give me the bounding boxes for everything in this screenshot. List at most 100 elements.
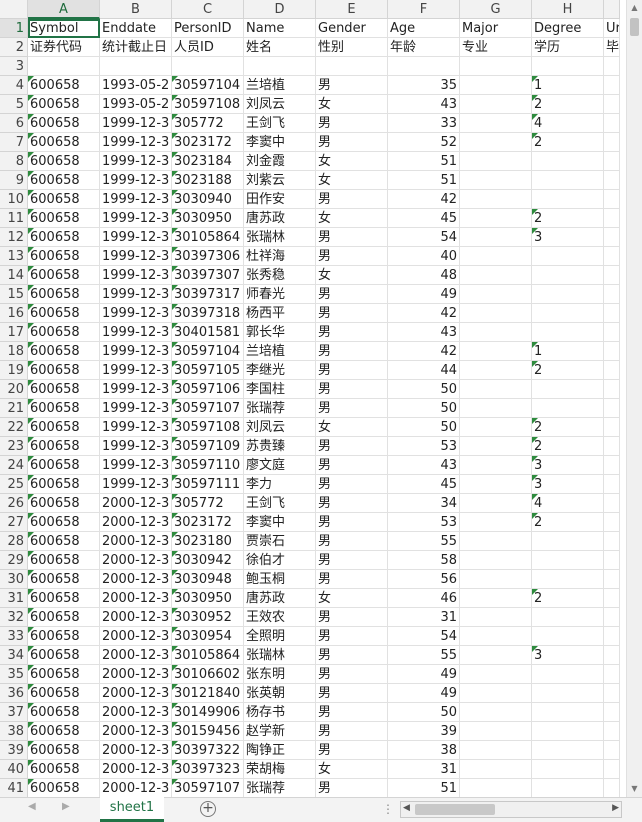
cell[interactable]: 600658: [28, 741, 100, 760]
cell[interactable]: 1999-12-3: [100, 399, 172, 418]
cell[interactable]: 1993-05-2: [100, 76, 172, 95]
column-header[interactable]: C: [172, 0, 244, 19]
cell[interactable]: 43: [388, 456, 460, 475]
row-header[interactable]: 18: [0, 342, 28, 361]
cell[interactable]: 600658: [28, 551, 100, 570]
cell[interactable]: 李窦中: [244, 513, 316, 532]
cell[interactable]: [460, 152, 532, 171]
cell[interactable]: [604, 437, 620, 456]
cell[interactable]: 2: [532, 133, 604, 152]
cell[interactable]: 张瑞荐: [244, 779, 316, 797]
cell[interactable]: [460, 247, 532, 266]
cell[interactable]: 2000-12-3: [100, 513, 172, 532]
cell[interactable]: [604, 722, 620, 741]
cell[interactable]: [460, 646, 532, 665]
next-sheet-icon[interactable]: ▶: [62, 801, 70, 812]
cell[interactable]: 43: [388, 323, 460, 342]
cell[interactable]: [604, 304, 620, 323]
cell[interactable]: 专业: [460, 38, 532, 57]
cell[interactable]: 男: [316, 475, 388, 494]
cell[interactable]: 刘紫云: [244, 171, 316, 190]
cell[interactable]: 55: [388, 532, 460, 551]
cell[interactable]: 男: [316, 722, 388, 741]
cell[interactable]: 1999-12-3: [100, 190, 172, 209]
cell[interactable]: 女: [316, 171, 388, 190]
cell[interactable]: [532, 266, 604, 285]
cell[interactable]: 男: [316, 684, 388, 703]
row-header[interactable]: 41: [0, 779, 28, 797]
cell[interactable]: 600658: [28, 418, 100, 437]
cell[interactable]: 600658: [28, 760, 100, 779]
cell[interactable]: 女: [316, 152, 388, 171]
cell[interactable]: 600658: [28, 266, 100, 285]
cell[interactable]: 张瑞荐: [244, 399, 316, 418]
cell[interactable]: 30397317: [172, 285, 244, 304]
column-header[interactable]: F: [388, 0, 460, 19]
cell[interactable]: [604, 399, 620, 418]
cell[interactable]: [532, 741, 604, 760]
cell[interactable]: [532, 171, 604, 190]
cell[interactable]: 600658: [28, 228, 100, 247]
plus-circle-icon[interactable]: +: [200, 801, 216, 817]
cell[interactable]: [460, 133, 532, 152]
cell[interactable]: 2000-12-3: [100, 551, 172, 570]
cell[interactable]: 性别: [316, 38, 388, 57]
cell[interactable]: 30597110: [172, 456, 244, 475]
cell[interactable]: [604, 76, 620, 95]
cell[interactable]: 陶铮正: [244, 741, 316, 760]
cell[interactable]: 600658: [28, 361, 100, 380]
cell[interactable]: 徐伯才: [244, 551, 316, 570]
scroll-down-icon[interactable]: ▼: [627, 781, 642, 797]
cell[interactable]: [604, 570, 620, 589]
cell[interactable]: [604, 171, 620, 190]
row-header[interactable]: 37: [0, 703, 28, 722]
row-header[interactable]: 21: [0, 399, 28, 418]
row-header[interactable]: 9: [0, 171, 28, 190]
cell[interactable]: [460, 665, 532, 684]
cell[interactable]: 600658: [28, 399, 100, 418]
cell[interactable]: 30105864: [172, 646, 244, 665]
cell[interactable]: [532, 247, 604, 266]
cell[interactable]: 2000-12-3: [100, 760, 172, 779]
cell[interactable]: 51: [388, 152, 460, 171]
cell[interactable]: [316, 57, 388, 76]
cell[interactable]: 1999-12-3: [100, 456, 172, 475]
cell[interactable]: [532, 779, 604, 797]
cell[interactable]: [388, 57, 460, 76]
cell[interactable]: [604, 646, 620, 665]
cell[interactable]: 男: [316, 247, 388, 266]
cell[interactable]: 3030950: [172, 209, 244, 228]
cell[interactable]: 600658: [28, 190, 100, 209]
cell[interactable]: 唐苏政: [244, 209, 316, 228]
cell[interactable]: [460, 494, 532, 513]
row-header[interactable]: 29: [0, 551, 28, 570]
cell[interactable]: 男: [316, 285, 388, 304]
column-header[interactable]: D: [244, 0, 316, 19]
cell[interactable]: 2: [532, 513, 604, 532]
cell[interactable]: 42: [388, 342, 460, 361]
cell[interactable]: 1999-12-3: [100, 342, 172, 361]
cell[interactable]: [172, 57, 244, 76]
cell[interactable]: [460, 228, 532, 247]
cell[interactable]: 30397322: [172, 741, 244, 760]
cell[interactable]: 3023172: [172, 513, 244, 532]
cell[interactable]: [604, 190, 620, 209]
cell[interactable]: [460, 418, 532, 437]
cell[interactable]: 600658: [28, 665, 100, 684]
cell[interactable]: 30397306: [172, 247, 244, 266]
row-header[interactable]: 1: [0, 19, 28, 38]
row-header[interactable]: 7: [0, 133, 28, 152]
cell[interactable]: 600658: [28, 684, 100, 703]
row-header[interactable]: 33: [0, 627, 28, 646]
cell[interactable]: 男: [316, 532, 388, 551]
cell[interactable]: [532, 532, 604, 551]
column-header[interactable]: H: [532, 0, 604, 19]
cell[interactable]: 2000-12-3: [100, 703, 172, 722]
horizontal-scrollbar[interactable]: ◀ ▶: [400, 801, 622, 818]
cell[interactable]: 2: [532, 361, 604, 380]
cell[interactable]: [604, 133, 620, 152]
cell[interactable]: 600658: [28, 646, 100, 665]
cell[interactable]: [604, 95, 620, 114]
cell[interactable]: 2000-12-3: [100, 627, 172, 646]
cell[interactable]: 4: [532, 494, 604, 513]
